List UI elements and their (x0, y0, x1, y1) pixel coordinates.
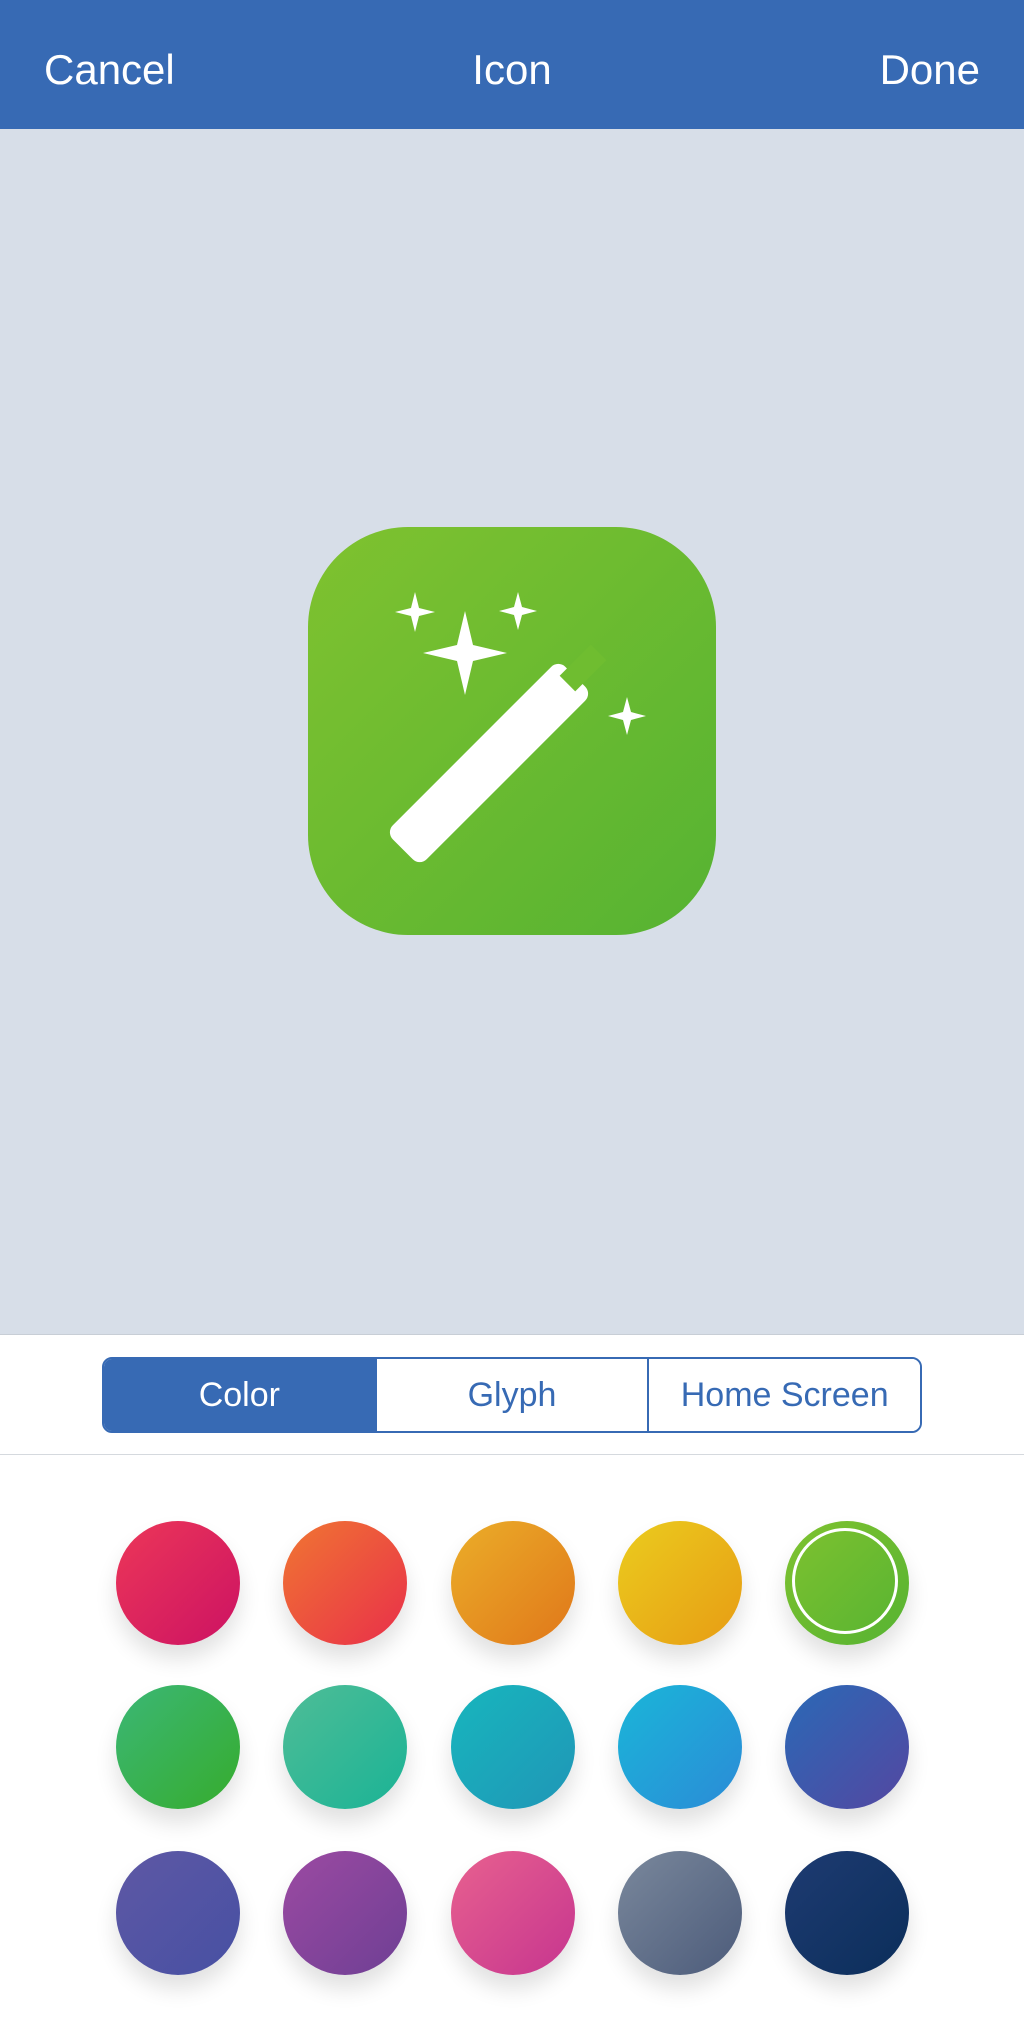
color-swatch-amber[interactable] (451, 1521, 575, 1645)
segment-color[interactable]: Color (104, 1359, 375, 1431)
divider (0, 1454, 1024, 1455)
color-swatch-emerald[interactable] (116, 1685, 240, 1809)
segment-glyph[interactable]: Glyph (374, 1359, 648, 1431)
color-swatch-slate[interactable] (618, 1851, 742, 1975)
segmented-control: Color Glyph Home Screen (102, 1357, 922, 1433)
navigation-bar: Cancel Icon Done (0, 0, 1024, 129)
color-swatch-blue[interactable] (785, 1685, 909, 1809)
color-swatch-red[interactable] (116, 1521, 240, 1645)
color-swatch-navy[interactable] (785, 1851, 909, 1975)
color-swatch-pink[interactable] (451, 1851, 575, 1975)
color-swatch-orange[interactable] (283, 1521, 407, 1645)
magic-wand-icon (389, 592, 646, 863)
color-swatch-indigo[interactable] (116, 1851, 240, 1975)
icon-preview (308, 527, 716, 935)
segment-home-screen[interactable]: Home Screen (647, 1359, 920, 1431)
color-swatch-sky-blue[interactable] (618, 1685, 742, 1809)
color-swatch-teal[interactable] (283, 1685, 407, 1809)
color-swatch-purple[interactable] (283, 1851, 407, 1975)
page-title: Icon (472, 46, 552, 93)
color-swatch-green[interactable] (785, 1521, 909, 1645)
color-swatch-cyan[interactable] (451, 1685, 575, 1809)
color-swatch-yellow[interactable] (618, 1521, 742, 1645)
icon-preview-area (0, 129, 1024, 1334)
divider (0, 1334, 1024, 1335)
done-button[interactable]: Done (880, 0, 980, 140)
